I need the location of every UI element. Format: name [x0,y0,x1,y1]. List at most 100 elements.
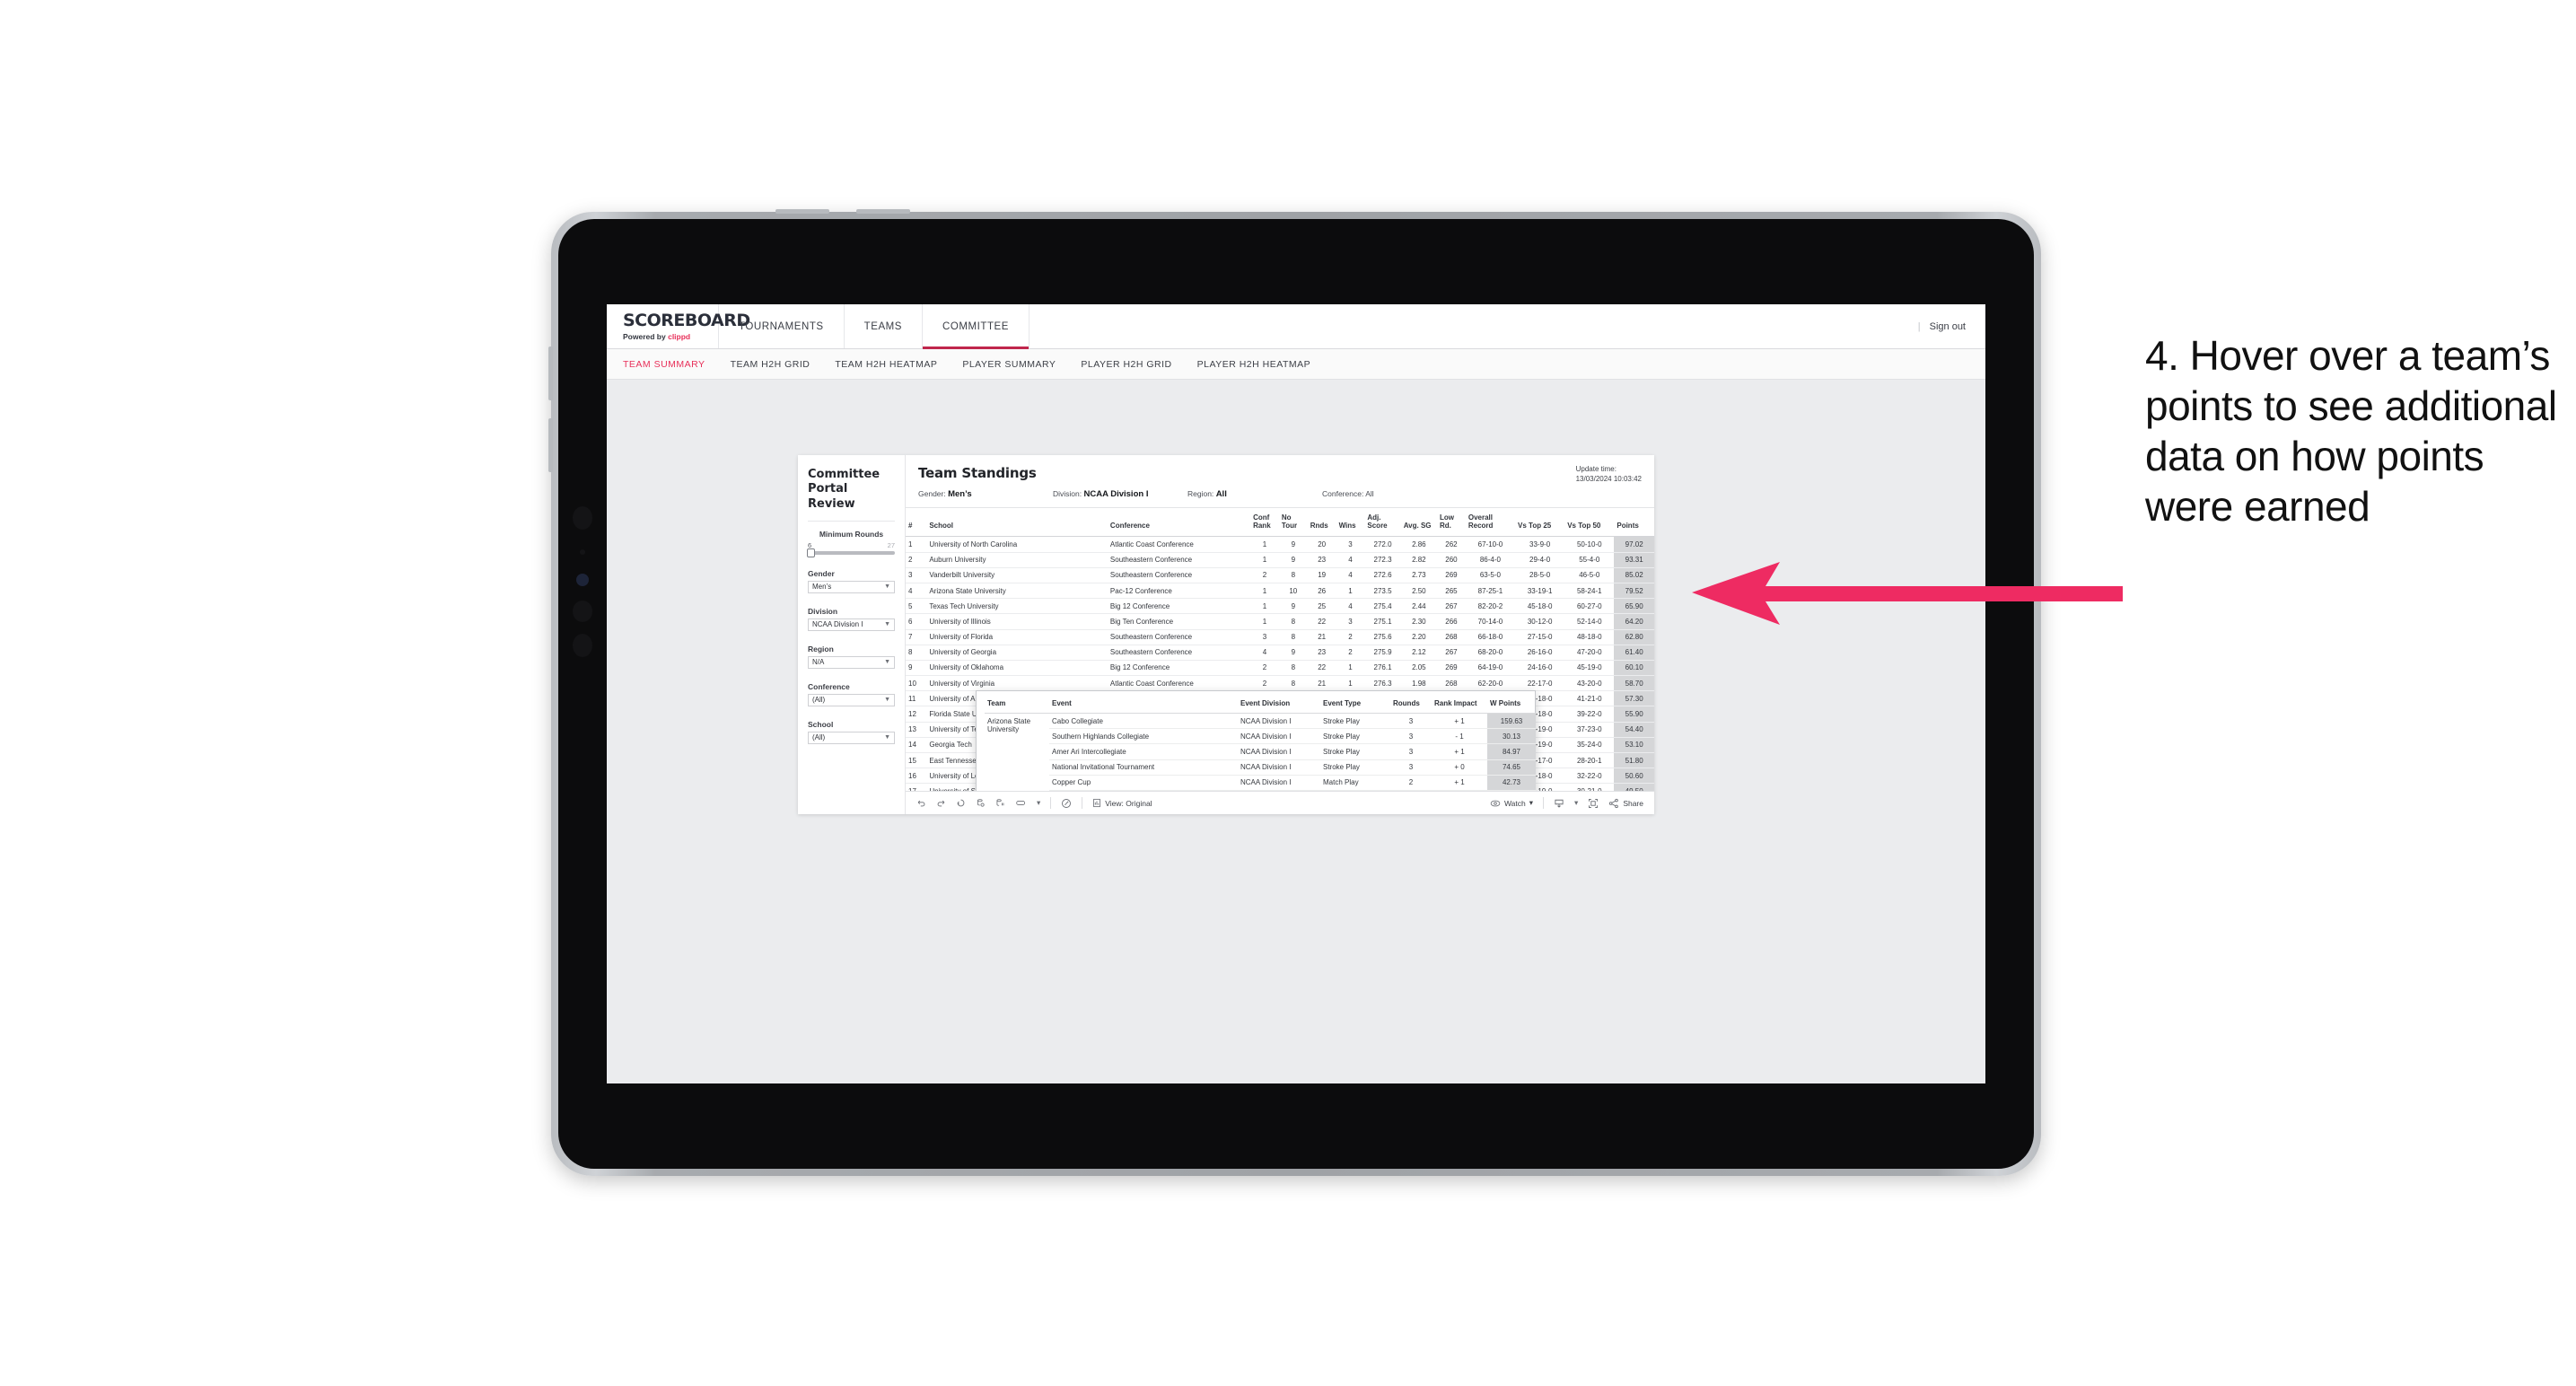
meta-gender: Gender: Men’s [918,489,1053,499]
division-select[interactable]: NCAA Division I ▼ [808,618,895,631]
col-points[interactable]: Points [1614,508,1654,538]
cell-points[interactable]: 79.52 [1614,583,1654,600]
table-row[interactable]: 10 University of Virginia Atlantic Coast C… [906,675,1654,692]
col-rnds[interactable]: Rnds [1307,508,1336,538]
brand-logo[interactable]: SCOREBOARD Powered by clippd [607,304,750,348]
tab-team-h2h-grid[interactable]: TEAM H2H GRID [731,359,810,370]
table-row[interactable]: 2 Auburn University Southeastern Conferenc… [906,552,1654,568]
cell-no-tour: 8 [1278,629,1308,645]
col-vs-top-50[interactable]: Vs Top 50 [1564,508,1615,538]
cell-school: University of Virginia [926,675,1108,692]
camera-lens [576,574,589,586]
gender-select[interactable]: Men’s ▼ [808,580,895,593]
watch-button[interactable]: Watch ▾ [1490,798,1533,808]
table-row[interactable]: 4 Arizona State University Pac-12 Conferen… [906,583,1654,600]
cell-vs-top-50: 32-22-0 [1564,768,1615,785]
slider-track[interactable] [807,548,895,557]
table-row[interactable]: 3 Vanderbilt University Southeastern Confe… [906,567,1654,583]
cell-points[interactable]: 97.02 [1614,536,1654,553]
cell-low-rd: 268 [1437,675,1466,692]
refresh-data-icon[interactable] [976,798,986,808]
cell-points[interactable]: 53.10 [1614,737,1654,754]
cell-overall-record: 70-14-0 [1465,613,1516,630]
slider-handle[interactable] [807,548,815,557]
col-rank[interactable]: # [906,508,927,538]
cell-points[interactable]: 60.10 [1614,660,1654,677]
table-row[interactable]: 8 University of Georgia Southeastern Confe… [906,645,1654,661]
pause-auto-updates-icon[interactable] [1015,798,1027,808]
cell-points[interactable]: 93.31 [1614,552,1654,568]
col-conf-rank[interactable]: Conf Rank [1250,508,1279,538]
toolbar-divider-1 [1050,797,1052,809]
table-row[interactable]: 5 Texas Tech University Big 12 Conference 1… [906,598,1654,615]
conference-label: Conference [808,681,850,691]
cell-points[interactable]: 57.30 [1614,690,1654,707]
cell-vs-top-25: 33-9-0 [1515,536,1565,553]
cell-points[interactable]: 49.50 [1614,783,1654,791]
view-original-button[interactable]: View: Original [1092,798,1152,808]
table-row[interactable]: 1 University of North Carolina Atlantic Co… [906,536,1654,553]
cell-low-rd: 267 [1437,598,1466,615]
tab-player-h2h-heatmap[interactable]: PLAYER H2H HEATMAP [1197,359,1310,370]
standings-table-wrap[interactable]: # School Conference Conf Rank No Tour Rn… [906,508,1654,791]
cell-points[interactable]: 54.40 [1614,722,1654,738]
conference-select[interactable]: (All) ▼ [808,693,895,706]
col-conference[interactable]: Conference [1107,508,1251,538]
col-adj-score[interactable]: Adj. Score [1364,508,1401,538]
col-low-rd[interactable]: Low Rd. [1437,508,1466,538]
tt-cell-rank-impact: + 0 [1432,759,1487,776]
region-select[interactable]: N/A ▼ [808,655,895,669]
col-avg-sg[interactable]: Avg. SG [1400,508,1438,538]
col-wins[interactable]: Wins [1336,508,1365,538]
tab-player-summary[interactable]: PLAYER SUMMARY [962,359,1056,370]
cell-avg-sg: 1.98 [1400,675,1438,692]
chevron-down-icon: ▾ [1529,798,1534,807]
col-vs-top-25[interactable]: Vs Top 25 [1515,508,1565,538]
portal-title: Committee Portal Review [808,468,881,511]
cell-points[interactable]: 58.70 [1614,675,1654,692]
school-select[interactable]: (All) ▼ [808,731,895,744]
download-icon[interactable] [1554,798,1564,809]
chevron-down-icon[interactable]: ▾ [1037,798,1040,808]
redo-icon[interactable] [936,798,946,808]
table-row[interactable]: 6 University of Illinois Big Ten Conferenc… [906,613,1654,630]
col-school[interactable]: School [926,508,1108,538]
table-row[interactable]: 9 University of Oklahoma Big 12 Conference… [906,660,1654,677]
tablet-side-button-bottom [548,418,553,472]
cell-points[interactable]: 62.80 [1614,629,1654,645]
share-button[interactable]: Share [1608,798,1643,809]
cell-points[interactable]: 50.60 [1614,768,1654,785]
cell-rnds: 19 [1307,567,1336,583]
tab-player-h2h-grid[interactable]: PLAYER H2H GRID [1081,359,1171,370]
cell-points[interactable]: 55.90 [1614,706,1654,723]
tab-team-h2h-heatmap[interactable]: TEAM H2H HEATMAP [835,359,937,370]
revert-icon[interactable] [956,798,966,808]
chevron-down-icon[interactable]: ▾ [1574,798,1578,808]
sign-out-link[interactable]: Sign out [1930,321,1966,332]
fullscreen-icon[interactable] [1588,798,1599,809]
cell-points[interactable]: 61.40 [1614,645,1654,661]
table-row[interactable]: 7 University of Florida Southeastern Confe… [906,629,1654,645]
nav-item-tournaments[interactable]: TOURNAMENTS [719,304,845,348]
nav-item-teams[interactable]: TEAMS [845,304,924,348]
col-overall-record[interactable]: Overall Record [1465,508,1516,538]
school-value: (All) [812,733,826,742]
col-no-tour[interactable]: No Tour [1278,508,1308,538]
undo-icon[interactable] [916,798,926,808]
cell-points[interactable]: 51.80 [1614,752,1654,769]
cell-low-rd: 262 [1437,536,1466,553]
cell-points[interactable]: 65.90 [1614,598,1654,615]
update-time: Update time: 13/03/2024 10:03:42 [1576,465,1642,485]
highlight-icon[interactable] [1061,798,1072,809]
tab-team-summary[interactable]: TEAM SUMMARY [623,359,705,370]
cell-rank: 11 [906,690,927,707]
viz-toolbar: ▾ View: Original Watch ▾ ▾ Share [906,791,1654,814]
tablet-bezel: SCOREBOARD Powered by clippd TOURNAMENTS… [558,219,2034,1169]
cell-wins: 4 [1336,552,1365,568]
region-filter: Region N/A ▼ [808,645,895,669]
nav-item-committee[interactable]: COMMITTEE [923,304,1030,349]
cell-points[interactable]: 64.20 [1614,613,1654,630]
pause-data-icon[interactable] [995,798,1005,808]
cell-points[interactable]: 85.02 [1614,567,1654,583]
callout-text: 4. Hover over a team’s points to see add… [2145,332,2557,531]
